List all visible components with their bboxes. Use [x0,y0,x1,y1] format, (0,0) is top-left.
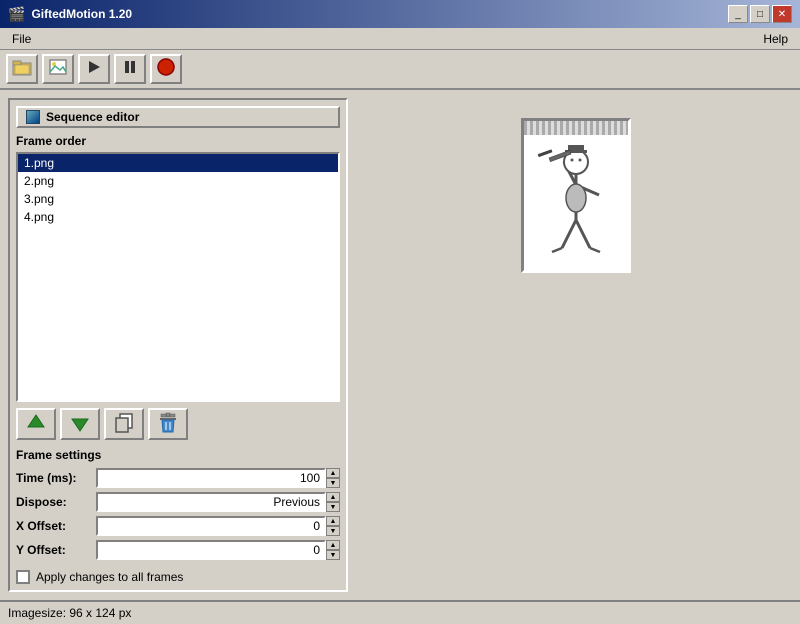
dispose-spinners: ▲ ▼ [326,492,340,512]
dispose-setting-row: Dispose: ▲ ▼ [16,492,340,512]
sequence-editor-panel: Sequence editor Frame order 1.png 2.png … [8,98,348,592]
image-button[interactable] [42,54,74,84]
time-label: Time (ms): [16,471,96,485]
time-down-button[interactable]: ▼ [326,478,340,488]
frame-item-2[interactable]: 2.png [18,172,338,190]
xoffset-input[interactable] [96,516,326,536]
time-input-wrap: ▲ ▼ [96,468,340,488]
yoffset-spinners: ▲ ▼ [326,540,340,560]
dispose-down-button[interactable]: ▼ [326,502,340,512]
minimize-button[interactable]: _ [728,5,748,23]
yoffset-setting-row: Y Offset: ▲ ▼ [16,540,340,560]
move-up-icon [25,412,47,437]
apply-label: Apply changes to all frames [36,570,183,584]
pause-button[interactable] [114,54,146,84]
preview-top-bar [524,121,628,135]
frame-item-3[interactable]: 3.png [18,190,338,208]
preview-area [360,98,792,592]
copy-icon [114,413,134,436]
window-icon: 🎬 [8,6,25,23]
move-down-button[interactable] [60,408,100,440]
dispose-input[interactable] [96,492,326,512]
open-button[interactable] [6,54,38,84]
time-setting-row: Time (ms): ▲ ▼ [16,468,340,488]
menu-bar: File Help [0,28,800,50]
frame-item-1[interactable]: 1.png [18,154,338,172]
yoffset-up-button[interactable]: ▲ [326,540,340,550]
time-input[interactable] [96,468,326,488]
move-up-button[interactable] [16,408,56,440]
yoffset-down-button[interactable]: ▼ [326,550,340,560]
status-bar: Imagesize: 96 x 124 px [0,600,800,624]
dispose-input-wrap: ▲ ▼ [96,492,340,512]
file-menu[interactable]: File [4,30,39,48]
dispose-up-button[interactable]: ▲ [326,492,340,502]
time-up-button[interactable]: ▲ [326,468,340,478]
image-icon [48,58,68,81]
xoffset-input-wrap: ▲ ▼ [96,516,340,536]
delete-button[interactable] [148,408,188,440]
play-button[interactable] [78,54,110,84]
action-buttons [16,408,340,440]
dispose-label: Dispose: [16,495,96,509]
pause-icon [122,59,138,80]
xoffset-spinners: ▲ ▼ [326,516,340,536]
status-text: Imagesize: 96 x 124 px [8,606,131,620]
window-title: GiftedMotion 1.20 [31,7,722,21]
apply-checkbox[interactable] [16,570,30,584]
close-button[interactable]: ✕ [772,5,792,23]
panel-icon [26,110,40,124]
figure-display [534,139,619,270]
frame-preview [521,118,631,273]
frame-order-label: Frame order [16,134,340,148]
yoffset-input[interactable] [96,540,326,560]
xoffset-up-button[interactable]: ▲ [326,516,340,526]
yoffset-input-wrap: ▲ ▼ [96,540,340,560]
delete-icon [157,412,179,437]
frame-settings-label: Frame settings [16,448,340,462]
xoffset-down-button[interactable]: ▼ [326,526,340,536]
maximize-button[interactable]: □ [750,5,770,23]
play-icon [86,59,102,80]
title-bar: 🎬 GiftedMotion 1.20 _ □ ✕ [0,0,800,28]
open-folder-icon [12,58,32,81]
move-down-icon [69,412,91,437]
record-icon [156,57,176,82]
toolbar [0,50,800,90]
help-menu[interactable]: Help [755,30,796,48]
record-button[interactable] [150,54,182,84]
panel-title: Sequence editor [16,106,340,128]
yoffset-label: Y Offset: [16,543,96,557]
apply-row: Apply changes to all frames [16,570,340,584]
frame-list[interactable]: 1.png 2.png 3.png 4.png [16,152,340,402]
time-spinners: ▲ ▼ [326,468,340,488]
xoffset-setting-row: X Offset: ▲ ▼ [16,516,340,536]
copy-button[interactable] [104,408,144,440]
window-controls: _ □ ✕ [728,5,792,23]
panel-title-text: Sequence editor [46,110,139,124]
figure-svg [534,140,619,270]
xoffset-label: X Offset: [16,519,96,533]
frame-item-4[interactable]: 4.png [18,208,338,226]
main-content: Sequence editor Frame order 1.png 2.png … [0,90,800,600]
